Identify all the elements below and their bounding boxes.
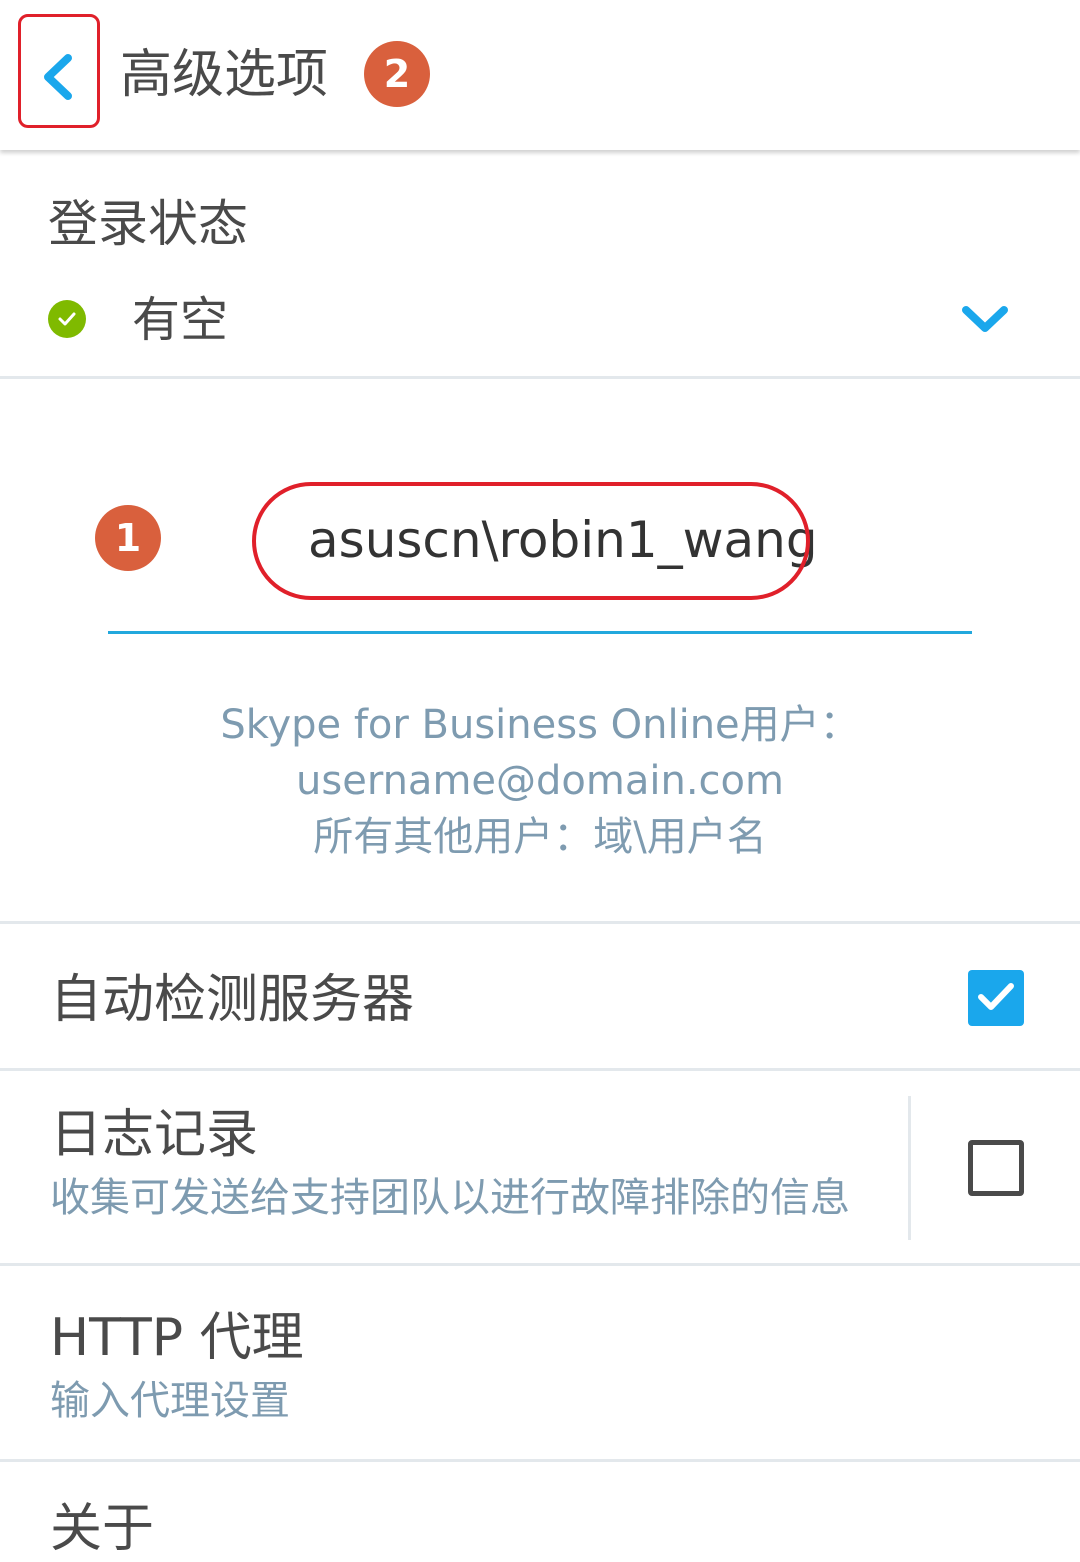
sign-in-status-title: 登录状态 <box>48 195 248 253</box>
username-hint-line1: Skype for Business Online用户： <box>220 702 860 748</box>
logging-description: 收集可发送给支持团队以进行故障排除的信息 <box>50 1175 850 1221</box>
available-status-icon <box>48 300 86 338</box>
auto-detect-server-checkbox[interactable] <box>968 970 1024 1026</box>
about-item-label[interactable]: 关于 <box>50 1496 154 1562</box>
back-button-highlight <box>18 14 100 128</box>
status-label[interactable]: 有空 <box>132 288 228 352</box>
vertical-divider <box>908 1096 911 1240</box>
check-icon <box>978 983 1014 1010</box>
logging-checkbox[interactable] <box>968 1140 1024 1196</box>
divider <box>0 921 1080 924</box>
app-header: 高级选项 2 <box>0 0 1080 150</box>
page-title: 高级选项 <box>120 45 329 105</box>
chevron-down-icon <box>962 306 1008 332</box>
divider <box>0 1459 1080 1462</box>
http-proxy-label[interactable]: HTTP 代理 <box>50 1305 304 1371</box>
username-hint-line2: username@domain.com <box>296 758 784 804</box>
username-highlight <box>252 482 810 600</box>
status-dropdown-button[interactable] <box>950 290 1020 350</box>
username-hint-line3: 所有其他用户：域\用户名 <box>313 814 767 860</box>
http-proxy-description: 输入代理设置 <box>50 1378 290 1424</box>
divider <box>0 376 1080 379</box>
auto-detect-server-label: 自动检测服务器 <box>50 970 415 1030</box>
step-badge-2: 2 <box>364 41 430 107</box>
divider <box>0 1068 1080 1071</box>
divider <box>0 1263 1080 1266</box>
check-icon <box>58 312 76 326</box>
logging-label: 日志记录 <box>50 1105 259 1165</box>
